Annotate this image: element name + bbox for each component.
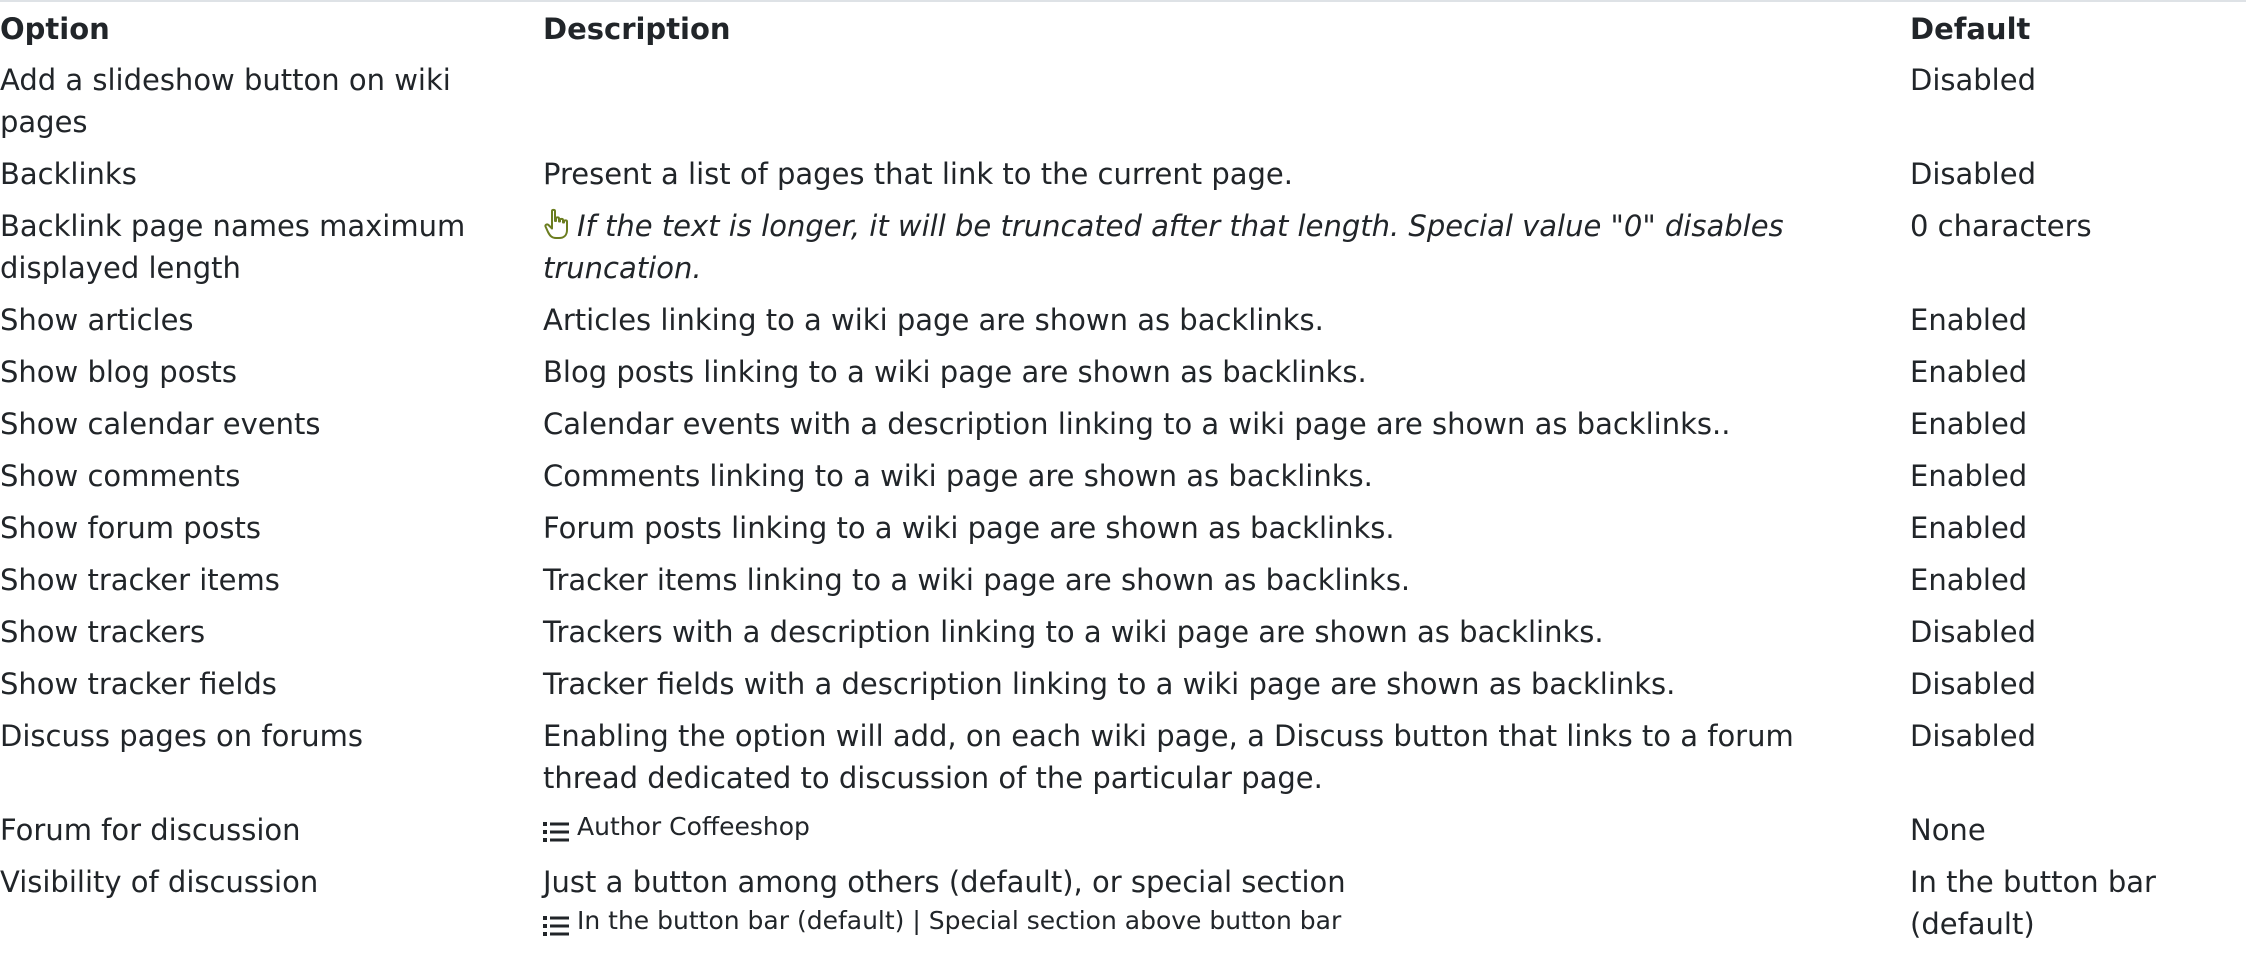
table-row: Visibility of discussion Just a button a… <box>0 856 2246 950</box>
option-values-list: In the button bar (default) | Special se… <box>577 906 1342 935</box>
option-description-cell: Author Coffeeshop <box>535 804 1902 856</box>
option-name: Show comments <box>0 459 241 493</box>
option-description: If the text is longer, it will be trunca… <box>543 209 1784 285</box>
table-row: Forum for discussion Author Coffeeshop N… <box>0 804 2246 856</box>
options-table: Option Description Default Add a slidesh… <box>0 2 2246 950</box>
option-default: Enabled <box>1910 407 2028 441</box>
option-name: Show trackers <box>0 615 206 649</box>
option-default: Enabled <box>1910 563 2028 597</box>
option-default: Disabled <box>1910 157 2036 191</box>
option-default: Enabled <box>1910 355 2028 389</box>
table-row: Show articles Articles linking to a wiki… <box>0 294 2246 346</box>
table-row: Backlinks Present a list of pages that l… <box>0 148 2246 200</box>
option-name: Show tracker items <box>0 563 280 597</box>
header-description: Description <box>543 12 731 46</box>
option-description-cell: Just a button among others (default), or… <box>535 856 1902 950</box>
header-default: Default <box>1910 12 2031 46</box>
option-default: Enabled <box>1910 511 2028 545</box>
table-row: Show tracker fields Tracker fields with … <box>0 658 2246 710</box>
option-description-cell: If the text is longer, it will be trunca… <box>535 200 1902 294</box>
table-row: Show tracker items Tracker items linking… <box>0 554 2246 606</box>
option-description: Calendar events with a description linki… <box>543 407 1731 441</box>
table-row: Show blog posts Blog posts linking to a … <box>0 346 2246 398</box>
option-name: Add a slideshow button on wiki pages <box>0 63 451 139</box>
option-default: Enabled <box>1910 459 2028 493</box>
option-default: Disabled <box>1910 719 2036 753</box>
option-name: Show blog posts <box>0 355 238 389</box>
header-option: Option <box>0 12 110 46</box>
option-default: None <box>1910 813 1986 847</box>
option-default: Disabled <box>1910 63 2036 97</box>
option-description: Comments linking to a wiki page are show… <box>543 459 1373 493</box>
table-header-row: Option Description Default <box>0 2 2246 54</box>
table-row: Show calendar events Calendar events wit… <box>0 398 2246 450</box>
option-name: Visibility of discussion <box>0 865 319 899</box>
table-row: Show trackers Trackers with a descriptio… <box>0 606 2246 658</box>
option-description: Enabling the option will add, on each wi… <box>543 719 1794 795</box>
option-description: Tracker items linking to a wiki page are… <box>543 563 1411 597</box>
table-row: Show forum posts Forum posts linking to … <box>0 502 2246 554</box>
option-default: 0 characters <box>1910 209 2092 243</box>
option-name: Backlink page names maximum displayed le… <box>0 209 466 285</box>
option-name: Discuss pages on forums <box>0 719 363 753</box>
option-default: Disabled <box>1910 667 2036 701</box>
option-name: Show tracker fields <box>0 667 277 701</box>
option-name: Show forum posts <box>0 511 261 545</box>
option-description: Blog posts linking to a wiki page are sh… <box>543 355 1367 389</box>
list-icon <box>543 915 569 937</box>
option-default: In the button bar (default) <box>1910 865 2156 941</box>
option-default: Disabled <box>1910 615 2036 649</box>
option-name: Forum for discussion <box>0 813 301 847</box>
list-icon <box>543 821 569 843</box>
option-default: Enabled <box>1910 303 2028 337</box>
table-row: Show comments Comments linking to a wiki… <box>0 450 2246 502</box>
option-name: Backlinks <box>0 157 137 191</box>
option-description: Just a button among others (default), or… <box>543 865 1346 899</box>
table-row: Add a slideshow button on wiki pages Dis… <box>0 54 2246 148</box>
table-row: Backlink page names maximum displayed le… <box>0 200 2246 294</box>
pointing-hand-icon <box>543 208 571 240</box>
option-values-list: Author Coffeeshop <box>577 812 810 841</box>
option-description: Trackers with a description linking to a… <box>543 615 1604 649</box>
option-description: Present a list of pages that link to the… <box>543 157 1293 191</box>
option-description: Tracker fields with a description linkin… <box>543 667 1676 701</box>
option-name: Show calendar events <box>0 407 321 441</box>
option-name: Show articles <box>0 303 194 337</box>
option-description: Articles linking to a wiki page are show… <box>543 303 1324 337</box>
option-description: Forum posts linking to a wiki page are s… <box>543 511 1395 545</box>
option-description <box>535 54 1902 148</box>
table-row: Discuss pages on forums Enabling the opt… <box>0 710 2246 804</box>
